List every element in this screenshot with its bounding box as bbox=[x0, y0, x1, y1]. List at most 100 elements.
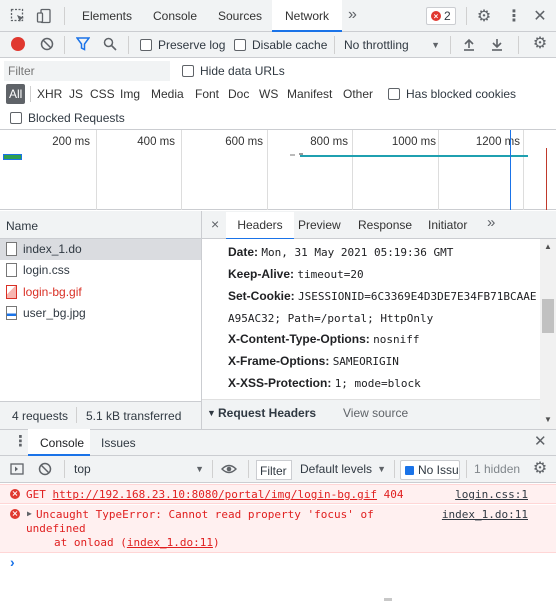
issues-badge-label: No Issu bbox=[418, 463, 459, 477]
console-input[interactable] bbox=[24, 554, 554, 572]
filter-funnel-icon[interactable] bbox=[76, 37, 90, 51]
preserve-log-box[interactable] bbox=[140, 39, 152, 51]
details-tab-preview[interactable]: Preview bbox=[298, 212, 341, 238]
clear-icon[interactable] bbox=[40, 37, 54, 51]
network-settings-gear-icon[interactable]: ⚙ bbox=[532, 35, 548, 52]
preserve-log-label: Preserve log bbox=[158, 38, 226, 52]
filter-type-ws[interactable]: WS bbox=[259, 84, 278, 104]
search-icon[interactable] bbox=[103, 37, 117, 51]
blocked-requests-label: Blocked Requests bbox=[28, 111, 125, 125]
log-levels-value: Default levels bbox=[300, 462, 373, 476]
response-header-date: Date: Mon, 31 May 2021 05:19:36 GMT bbox=[228, 245, 454, 259]
filter-type-css[interactable]: CSS bbox=[90, 84, 115, 104]
filter-type-xhr[interactable]: XHR bbox=[37, 84, 62, 104]
issues-badge-button[interactable]: No Issu bbox=[400, 460, 460, 480]
drawer-tab-issues[interactable]: Issues bbox=[101, 436, 136, 450]
context-selector[interactable]: top ▼ bbox=[70, 460, 206, 478]
details-tab-initiator[interactable]: Initiator bbox=[428, 212, 467, 238]
error-url-link[interactable]: http://192.168.23.10:8080/portal/img/log… bbox=[53, 488, 378, 501]
tab-sources[interactable]: Sources bbox=[210, 0, 270, 32]
request-headers-title[interactable]: Request Headers bbox=[218, 406, 316, 420]
throttling-select[interactable]: No throttling ▼ bbox=[344, 37, 442, 53]
disable-cache-box[interactable] bbox=[234, 39, 246, 51]
scroll-down-arrow-icon[interactable]: ▼ bbox=[544, 415, 552, 424]
close-drawer-icon[interactable]: ✕ bbox=[534, 432, 547, 450]
view-source-link[interactable]: View source bbox=[343, 406, 408, 420]
request-row[interactable]: login-bg.gif bbox=[6, 282, 82, 302]
tab-network[interactable]: Network bbox=[272, 0, 342, 32]
stack-frame-link[interactable]: index_1.do:11 bbox=[127, 536, 213, 549]
filter-type-all[interactable]: All bbox=[6, 84, 26, 104]
filter-type-media[interactable]: Media bbox=[151, 84, 184, 104]
summary-request-count: 4 requests bbox=[12, 409, 69, 423]
request-name: login.css bbox=[23, 263, 70, 277]
disable-cache-checkbox[interactable]: Disable cache bbox=[234, 37, 327, 53]
more-tabs-button[interactable]: » bbox=[348, 6, 357, 24]
console-settings-gear-icon[interactable]: ⚙ bbox=[532, 460, 548, 477]
hide-data-urls-box[interactable] bbox=[182, 65, 194, 77]
preserve-log-checkbox[interactable]: Preserve log bbox=[140, 37, 225, 53]
console-filter-placeholder: Filter bbox=[260, 464, 287, 478]
filter-type-manifest[interactable]: Manifest bbox=[287, 84, 332, 104]
request-row[interactable]: user_bg.jpg bbox=[6, 303, 86, 323]
request-name: index_1.do bbox=[23, 242, 82, 256]
close-details-button[interactable]: × bbox=[211, 216, 219, 232]
export-har-icon[interactable] bbox=[490, 37, 504, 51]
more-options-icon[interactable]: ⋮ bbox=[506, 8, 522, 25]
details-tab-headers[interactable]: Headers bbox=[226, 212, 294, 240]
details-scrollbar[interactable]: ▲ ▼ bbox=[540, 239, 556, 429]
request-name: login-bg.gif bbox=[23, 285, 82, 299]
blocked-requests-box[interactable] bbox=[10, 112, 22, 124]
error-source-link[interactable]: index_1.do:11 bbox=[442, 508, 528, 521]
error-count: 2 bbox=[444, 9, 451, 23]
scroll-up-arrow-icon[interactable]: ▲ bbox=[544, 242, 552, 251]
tab-console[interactable]: Console bbox=[144, 0, 206, 32]
has-blocked-cookies-box[interactable] bbox=[388, 88, 400, 100]
response-header-set-cookie: Set-Cookie: JSESSIONID=6C3369E4D3DE7E34F… bbox=[228, 289, 537, 303]
log-levels-dropdown[interactable]: Default levels ▼ bbox=[298, 460, 388, 478]
filter-type-font[interactable]: Font bbox=[195, 84, 219, 104]
scrollbar-thumb[interactable] bbox=[542, 299, 554, 333]
close-devtools-icon[interactable]: ✕ bbox=[532, 8, 548, 25]
section-collapse-triangle-icon[interactable]: ▼ bbox=[207, 408, 216, 418]
drawer-menu-icon[interactable]: ⋮ bbox=[13, 432, 28, 450]
console-filter-input[interactable]: Filter bbox=[256, 460, 292, 480]
request-name: user_bg.jpg bbox=[23, 306, 86, 320]
inspect-element-icon[interactable] bbox=[10, 8, 26, 24]
blocked-requests-checkbox[interactable]: Blocked Requests bbox=[10, 110, 125, 126]
details-more-tabs-button[interactable]: » bbox=[487, 214, 495, 231]
timeline-bar bbox=[300, 155, 528, 157]
stylesheet-file-icon bbox=[6, 263, 17, 277]
import-har-icon[interactable] bbox=[462, 37, 476, 51]
has-blocked-cookies-checkbox[interactable]: Has blocked cookies bbox=[388, 86, 516, 102]
filter-type-doc[interactable]: Doc bbox=[228, 84, 249, 104]
device-toolbar-icon[interactable] bbox=[36, 8, 52, 24]
hidden-messages-count: 1 hidden bbox=[474, 462, 521, 476]
details-tab-response[interactable]: Response bbox=[358, 212, 412, 238]
filter-input[interactable] bbox=[4, 61, 170, 81]
image-file-icon bbox=[6, 285, 17, 299]
hide-data-urls-checkbox[interactable]: Hide data URLs bbox=[182, 63, 285, 79]
settings-gear-icon[interactable]: ⚙ bbox=[476, 8, 492, 25]
error-text-line1: Uncaught TypeError: Cannot read property… bbox=[36, 508, 374, 521]
clear-console-icon[interactable] bbox=[38, 462, 52, 476]
request-row[interactable]: index_1.do bbox=[6, 239, 82, 259]
expand-triangle-icon[interactable]: ▶ bbox=[27, 509, 32, 518]
record-icon[interactable] bbox=[11, 37, 25, 51]
filter-type-other[interactable]: Other bbox=[343, 84, 373, 104]
error-counter[interactable]: × 2 bbox=[426, 7, 456, 25]
live-expression-eye-icon[interactable] bbox=[221, 462, 237, 476]
show-sidebar-icon[interactable] bbox=[10, 462, 24, 476]
request-row[interactable]: login.css bbox=[6, 260, 70, 280]
context-dropdown-arrow-icon: ▼ bbox=[195, 464, 204, 474]
tab-elements[interactable]: Elements bbox=[74, 0, 140, 32]
request-list-header[interactable]: Name bbox=[0, 211, 201, 239]
response-header-x-frame-options: X-Frame-Options: SAMEORIGIN bbox=[228, 354, 399, 368]
error-icon: × bbox=[10, 489, 20, 499]
load-event-marker bbox=[546, 148, 547, 210]
issue-flag-icon bbox=[405, 465, 414, 475]
error-source-link[interactable]: login.css:1 bbox=[455, 488, 528, 501]
filter-type-img[interactable]: Img bbox=[120, 84, 140, 104]
filter-type-js[interactable]: JS bbox=[69, 84, 83, 104]
console-error-message: × ▶ Uncaught TypeError: Cannot read prop… bbox=[0, 505, 556, 553]
